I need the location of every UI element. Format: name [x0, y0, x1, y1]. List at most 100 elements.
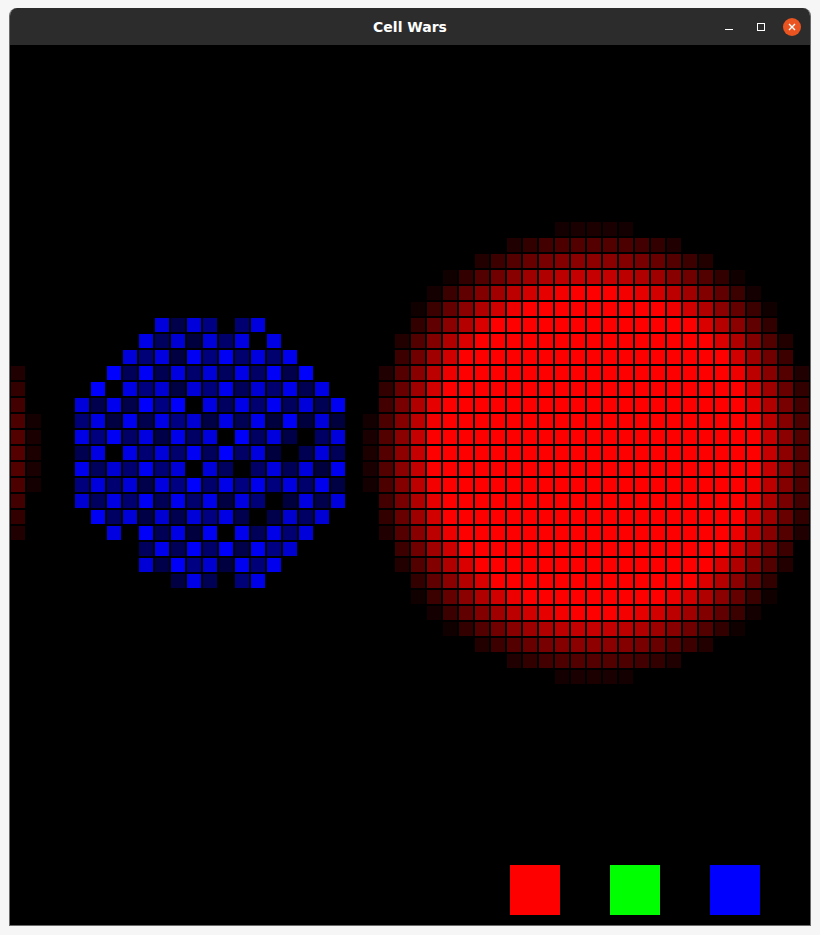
cell [411, 318, 425, 332]
minimize-button[interactable] [719, 17, 739, 37]
cell [155, 446, 169, 460]
cell [491, 526, 505, 540]
cell [459, 398, 473, 412]
cell [363, 462, 377, 476]
cell [395, 398, 409, 412]
cell [619, 350, 633, 364]
cell [395, 350, 409, 364]
cell [443, 414, 457, 428]
cell [475, 286, 489, 300]
cell [411, 334, 425, 348]
color-button[interactable] [610, 865, 660, 915]
cell [299, 478, 313, 492]
cell [11, 446, 25, 460]
cell [27, 414, 41, 428]
cell [155, 382, 169, 396]
cell [91, 446, 105, 460]
cell [683, 350, 697, 364]
cell [603, 238, 617, 252]
cell [715, 590, 729, 604]
cell [235, 542, 249, 556]
cell [507, 414, 521, 428]
cell [491, 318, 505, 332]
cell [571, 334, 585, 348]
cell [379, 478, 393, 492]
cell [635, 510, 649, 524]
cell [715, 542, 729, 556]
cell [171, 414, 185, 428]
cell [427, 302, 441, 316]
cell [731, 510, 745, 524]
cell [203, 494, 217, 508]
cell [699, 318, 713, 332]
cell [603, 526, 617, 540]
cell [683, 462, 697, 476]
cell [587, 670, 601, 684]
cell [619, 302, 633, 316]
cell [795, 414, 809, 428]
cell [539, 510, 553, 524]
cell [379, 494, 393, 508]
cell [555, 574, 569, 588]
cell [555, 446, 569, 460]
cell [539, 318, 553, 332]
cell [267, 510, 281, 524]
cell [91, 478, 105, 492]
cell [267, 350, 281, 364]
cell [619, 494, 633, 508]
maximize-button[interactable] [751, 17, 771, 37]
cell [635, 446, 649, 460]
cell [779, 542, 793, 556]
cell [667, 526, 681, 540]
cell [107, 430, 121, 444]
cell [507, 606, 521, 620]
cell [715, 446, 729, 460]
cell [667, 238, 681, 252]
cell [523, 382, 537, 396]
cell [171, 494, 185, 508]
color-button[interactable] [510, 865, 560, 915]
cell [75, 478, 89, 492]
cell [491, 638, 505, 652]
cell [587, 334, 601, 348]
cell [315, 398, 329, 412]
cell [123, 430, 137, 444]
cell [459, 526, 473, 540]
cell [219, 510, 233, 524]
cell [11, 494, 25, 508]
cell [555, 606, 569, 620]
cell [507, 350, 521, 364]
minimize-icon [725, 29, 733, 30]
cell [235, 446, 249, 460]
cell [379, 526, 393, 540]
cell [123, 398, 137, 412]
cell [539, 622, 553, 636]
cell [91, 430, 105, 444]
cell [315, 478, 329, 492]
cell [459, 446, 473, 460]
cell [507, 494, 521, 508]
cell [395, 366, 409, 380]
cell [619, 286, 633, 300]
cell [235, 398, 249, 412]
cell [283, 510, 297, 524]
cell [171, 558, 185, 572]
close-button[interactable] [783, 18, 801, 36]
cell [699, 622, 713, 636]
game-board[interactable] [10, 45, 810, 925]
cell [619, 526, 633, 540]
cell [491, 382, 505, 396]
cell [187, 414, 201, 428]
color-button[interactable] [710, 865, 760, 915]
cell [155, 558, 169, 572]
cell [667, 366, 681, 380]
cell [571, 558, 585, 572]
cell [251, 494, 265, 508]
cell [571, 526, 585, 540]
cell [75, 398, 89, 412]
cell [635, 254, 649, 268]
cell [683, 318, 697, 332]
cell [475, 638, 489, 652]
cell [123, 382, 137, 396]
cell [475, 606, 489, 620]
